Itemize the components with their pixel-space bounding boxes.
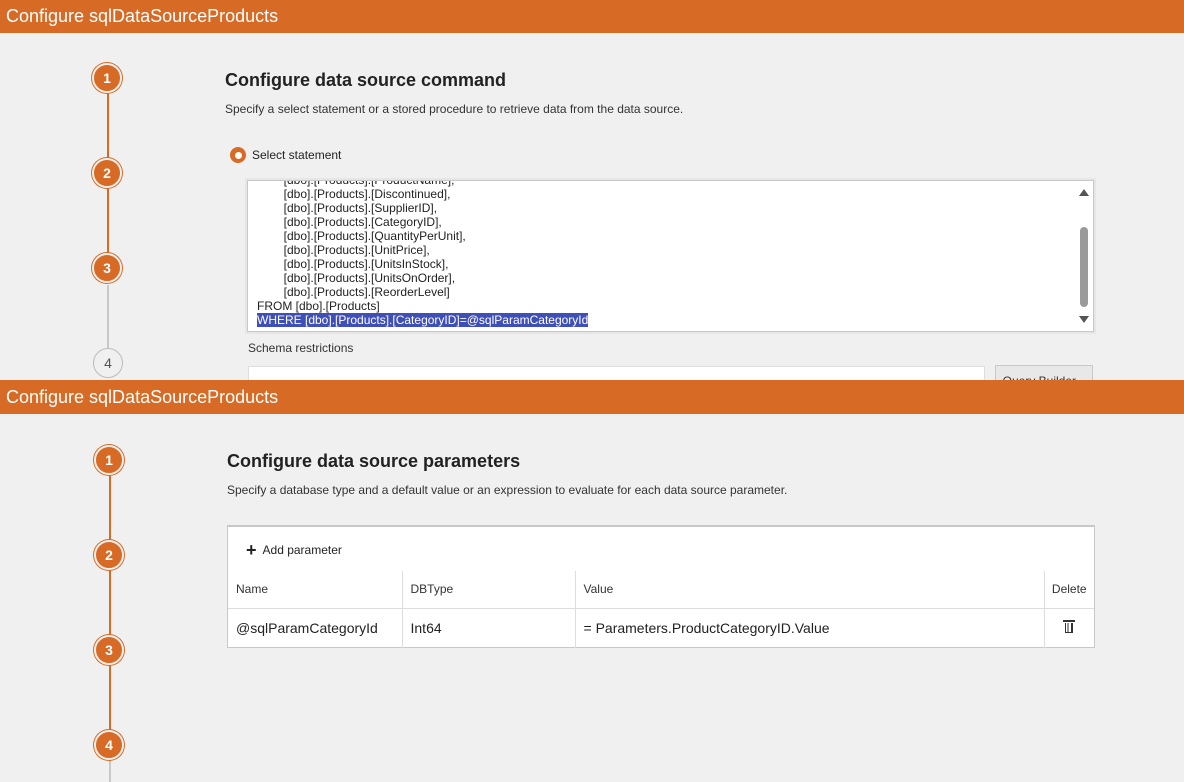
scroll-thumb[interactable] <box>1080 227 1088 307</box>
sql-scrollbar[interactable] <box>1079 187 1089 325</box>
step-4-current[interactable]: 4 <box>94 730 124 760</box>
sql-line: [dbo].[Products].[UnitsOnOrder], <box>257 271 456 285</box>
sql-line: [dbo].[Products].[ProductName], <box>257 180 455 187</box>
step-connector-pending <box>109 761 111 782</box>
parameters-grid: + Add parameter Name DBType Value Delete… <box>227 525 1095 648</box>
schema-restrictions-label: Schema restrictions <box>248 341 354 355</box>
add-parameter-button[interactable]: + Add parameter <box>246 540 342 560</box>
select-statement-option[interactable]: Select statement <box>230 147 341 163</box>
sql-line: [dbo].[Products].[UnitsInStock], <box>257 257 449 271</box>
sql-line: [dbo].[Products].[UnitPrice], <box>257 243 430 257</box>
column-header-delete: Delete <box>1044 571 1094 609</box>
scroll-down-icon[interactable] <box>1079 316 1089 323</box>
configure-parameters-panel: Configure sqlDataSourceProducts 1 2 3 4 … <box>0 380 1184 782</box>
add-parameter-label: Add parameter <box>262 543 342 557</box>
page-subtitle: Specify a database type and a default va… <box>227 483 788 497</box>
page-title: Configure data source parameters <box>227 451 521 471</box>
parameter-value-cell[interactable]: = Parameters.ProductCategoryID.Value <box>575 608 1045 648</box>
column-header-value[interactable]: Value <box>575 571 1045 609</box>
sql-line: [dbo].[Products].[ReorderLevel] <box>257 285 450 299</box>
radio-selected-icon[interactable] <box>230 147 246 163</box>
sql-editor[interactable]: [dbo].[Products].[ProductName], [dbo].[P… <box>247 180 1094 332</box>
step-connector-pending <box>107 285 109 355</box>
wizard-header: Configure sqlDataSourceProducts <box>0 380 1184 414</box>
sql-line-selected: WHERE [dbo].[Products].[CategoryID]=@sql… <box>257 313 589 327</box>
scroll-up-icon[interactable] <box>1079 189 1089 196</box>
page-title: Configure data source command <box>225 70 507 90</box>
parameter-name-cell[interactable]: @sqlParamCategoryId <box>228 608 403 648</box>
sql-line: [dbo].[Products].[CategoryID], <box>257 215 442 229</box>
step-2[interactable]: 2 <box>94 540 124 570</box>
sql-line: [dbo].[Products].[SupplierID], <box>257 201 438 215</box>
page-subtitle: Specify a select statement or a stored p… <box>225 102 684 116</box>
sql-text[interactable]: [dbo].[Products].[ProductName], [dbo].[P… <box>257 180 589 327</box>
sql-line: FROM [dbo].[Products] <box>257 299 380 313</box>
column-header-dbtype[interactable]: DBType <box>402 571 576 609</box>
step-1[interactable]: 1 <box>92 63 122 93</box>
sql-line: [dbo].[Products].[QuantityPerUnit], <box>257 229 466 243</box>
trash-icon[interactable] <box>1063 620 1076 634</box>
parameter-dbtype-cell[interactable]: Int64 <box>402 608 576 648</box>
table-row: @sqlParamCategoryId Int64 = Parameters.P… <box>228 608 1094 648</box>
step-2[interactable]: 2 <box>92 158 122 188</box>
plus-icon: + <box>246 540 257 560</box>
column-header-name[interactable]: Name <box>228 571 403 609</box>
wizard-header: Configure sqlDataSourceProducts <box>0 0 1184 33</box>
parameters-table: Name DBType Value Delete @sqlParamCatego… <box>228 571 1094 648</box>
select-statement-label: Select statement <box>252 148 342 162</box>
sql-line: [dbo].[Products].[Discontinued], <box>257 187 451 201</box>
step-3-current[interactable]: 3 <box>92 253 122 283</box>
step-3[interactable]: 3 <box>94 635 124 665</box>
delete-cell <box>1044 608 1094 648</box>
sql-selected-text: WHERE [dbo].[Products].[CategoryID]=@sql… <box>257 313 589 327</box>
step-1[interactable]: 1 <box>94 445 124 475</box>
configure-command-panel: Configure sqlDataSourceProducts 1 2 3 4 … <box>0 0 1184 380</box>
schema-restrictions-input[interactable] <box>248 366 985 380</box>
step-connector <box>109 472 111 762</box>
query-builder-button[interactable]: Query Builder... <box>995 365 1093 380</box>
step-4[interactable]: 4 <box>93 348 123 378</box>
